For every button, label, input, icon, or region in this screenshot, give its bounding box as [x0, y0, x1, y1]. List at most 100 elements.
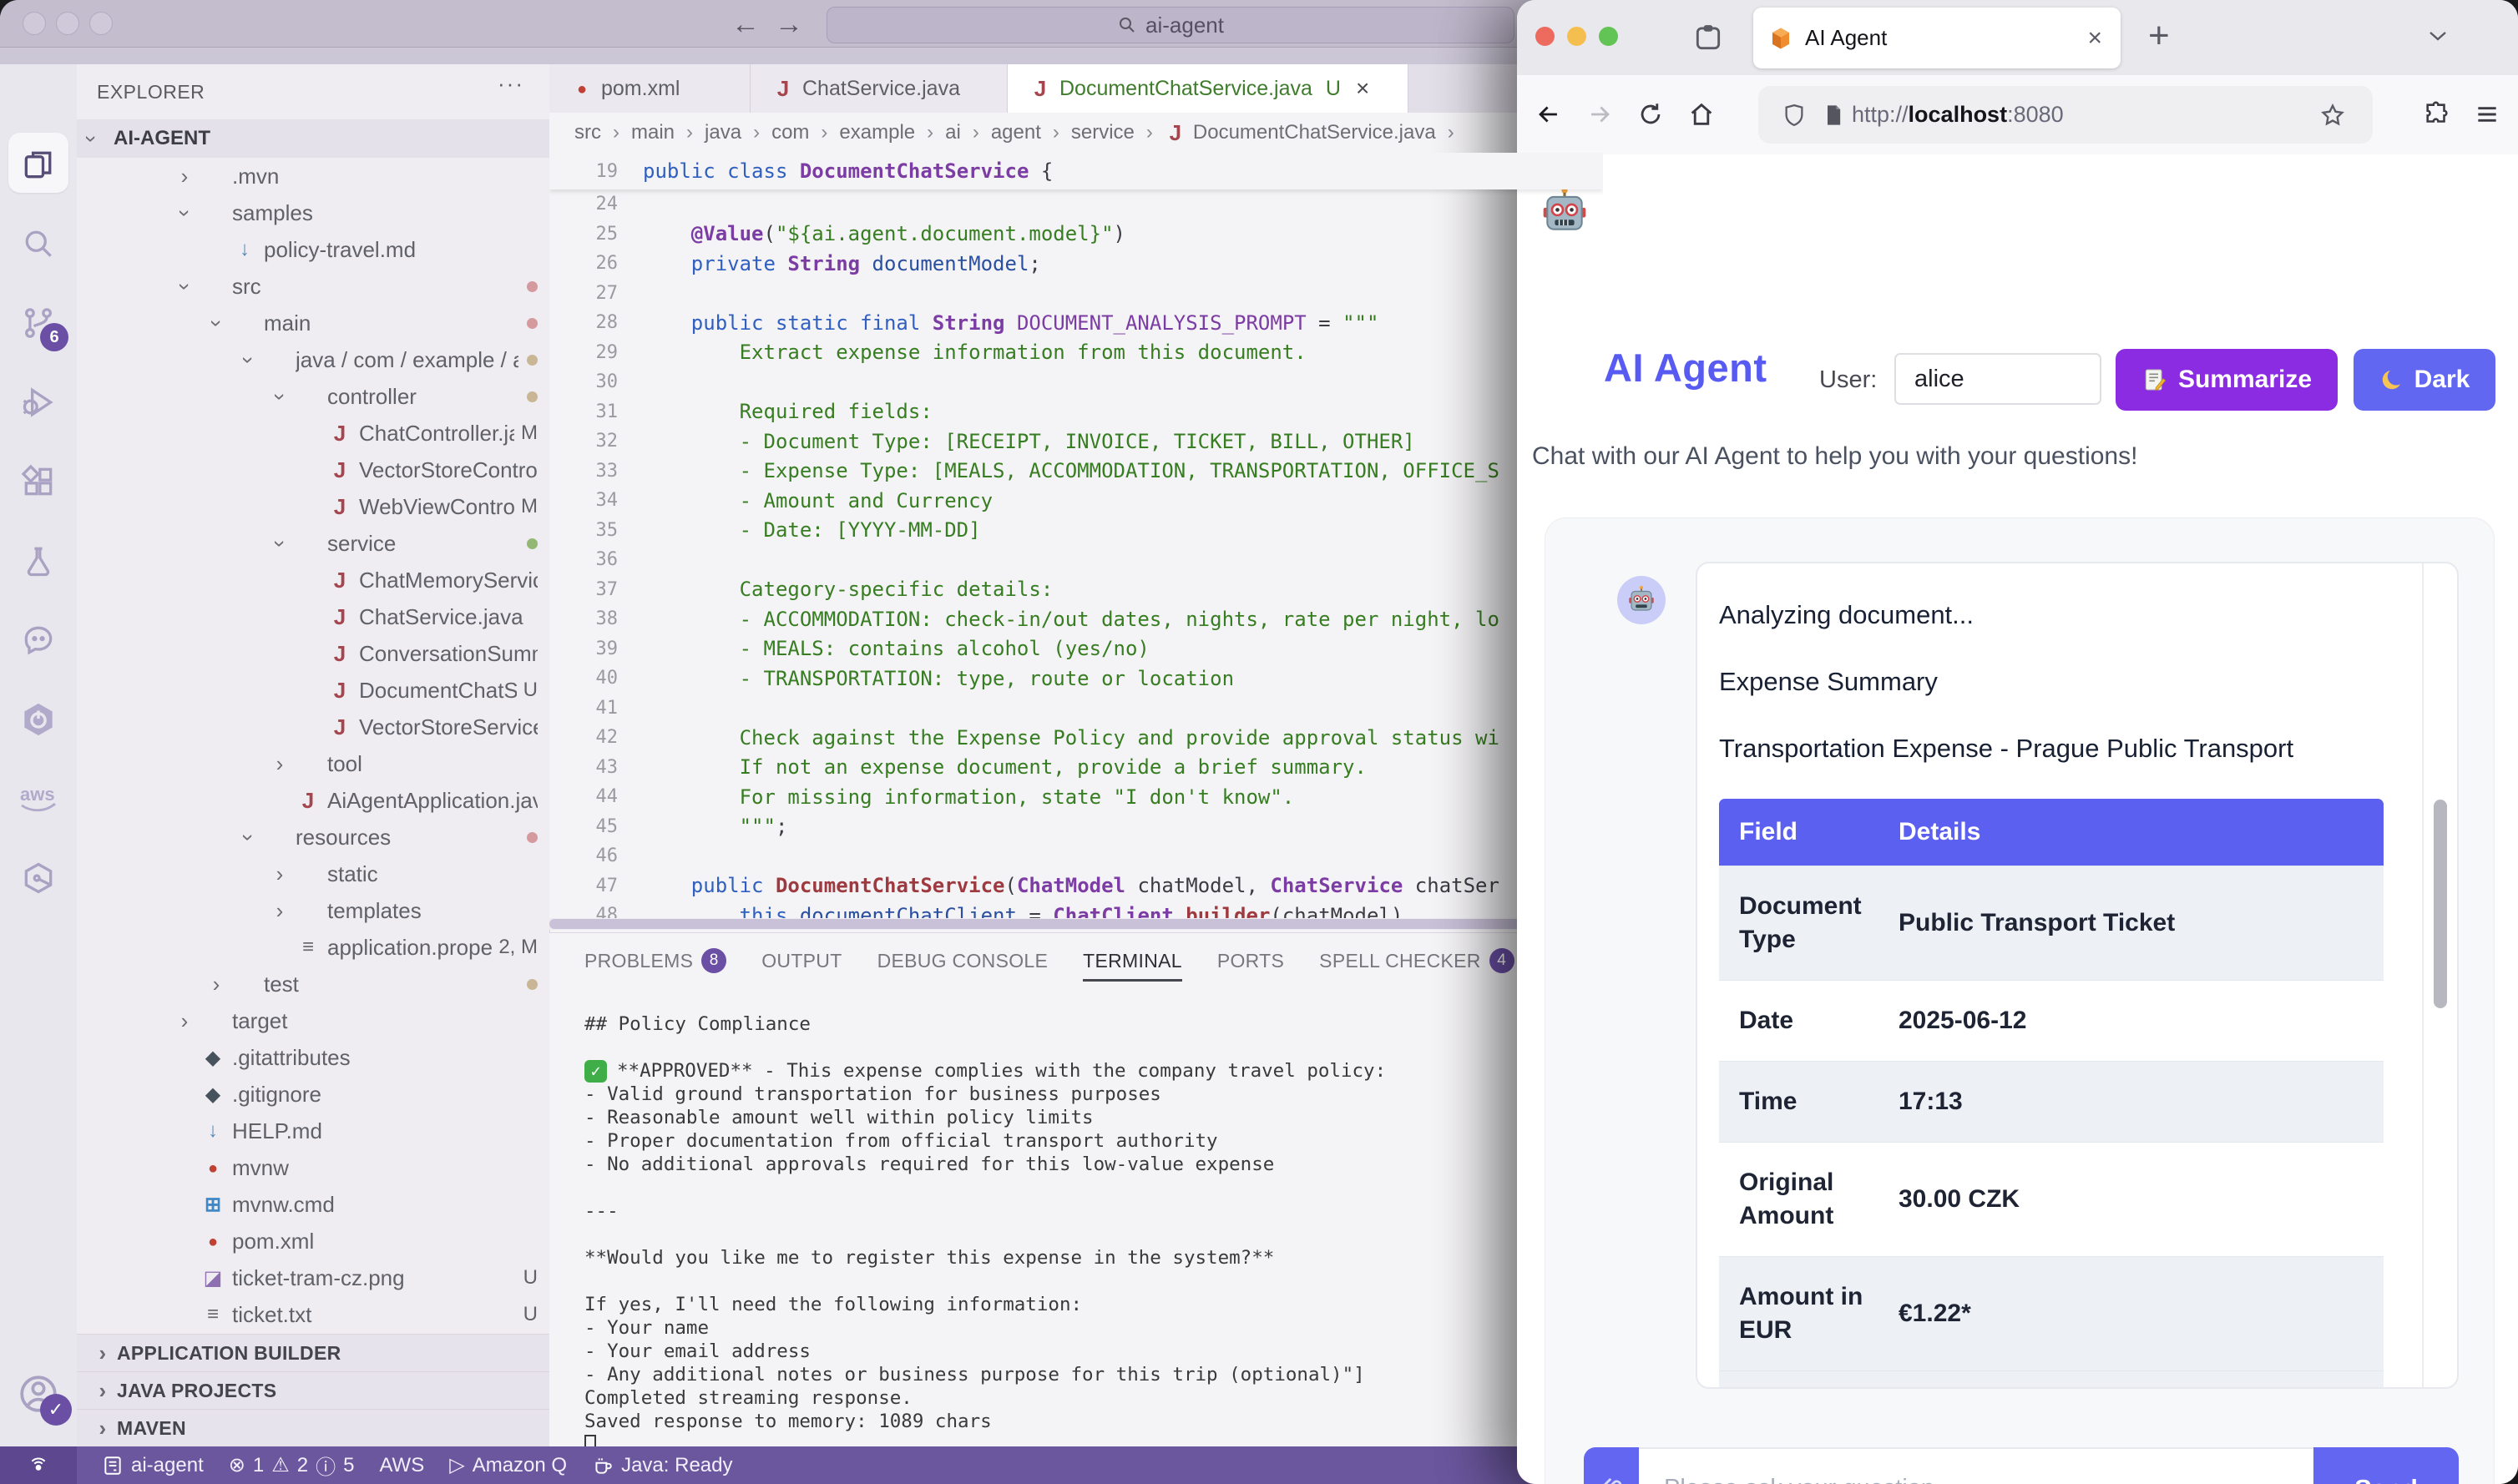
- section-java-projects[interactable]: JAVA PROJECTS: [77, 1371, 549, 1410]
- tree-item[interactable]: AiAgentApplication.java: [77, 782, 549, 819]
- back-button[interactable]: [1529, 94, 1569, 134]
- extensions-puzzle-icon[interactable]: [2417, 94, 2457, 134]
- panel-tab[interactable]: OUTPUT: [761, 933, 842, 988]
- send-button[interactable]: Send: [2313, 1447, 2459, 1484]
- tree-item[interactable]: mvnw: [77, 1149, 549, 1186]
- section-maven[interactable]: MAVEN: [77, 1409, 549, 1446]
- attach-button[interactable]: [1584, 1447, 1639, 1484]
- tree-item[interactable]: samples: [77, 194, 549, 231]
- tree-item[interactable]: ticket.txt U: [77, 1296, 549, 1333]
- firefox-view-icon[interactable]: [1692, 22, 1724, 53]
- panel-tab[interactable]: SPELL CHECKER 4: [1319, 933, 1514, 988]
- tree-item[interactable]: VectorStoreController.java: [77, 452, 549, 488]
- tree-item[interactable]: main: [77, 305, 549, 341]
- tree-item[interactable]: src: [77, 268, 549, 305]
- breadcrumb-item[interactable]: ai: [945, 121, 991, 144]
- scrollbar-thumb[interactable]: [549, 919, 1570, 929]
- command-center-search[interactable]: ai-agent: [827, 7, 1514, 43]
- close-icon[interactable]: ×: [1356, 75, 1369, 102]
- sidebar-item-extensions[interactable]: [0, 443, 77, 520]
- tree-item[interactable]: ConversationSummaryService.java: [77, 635, 549, 672]
- status-aws[interactable]: AWS: [379, 1454, 424, 1477]
- tree-item[interactable]: application.properties 2, M: [77, 929, 549, 966]
- breadcrumb-item[interactable]: main: [631, 121, 705, 144]
- remote-indicator[interactable]: [0, 1446, 77, 1484]
- tree-item[interactable]: test: [77, 966, 549, 1002]
- tree-item[interactable]: policy-travel.md: [77, 231, 549, 268]
- list-tabs-chevron-icon[interactable]: [2427, 28, 2449, 43]
- summarize-button[interactable]: Summarize: [2116, 349, 2338, 411]
- sidebar-item-testing[interactable]: [0, 522, 77, 599]
- breadcrumb-item[interactable]: java: [705, 121, 771, 144]
- home-button[interactable]: [1681, 94, 1722, 134]
- dark-mode-button[interactable]: Dark: [2354, 349, 2495, 411]
- bookmark-star-icon[interactable]: [2319, 102, 2346, 129]
- tree-item[interactable]: java / com / example / ai / agent: [77, 341, 549, 378]
- tree-item[interactable]: .gitignore: [77, 1076, 549, 1113]
- code-editor[interactable]: 19 public class DocumentChatService { 24…: [549, 153, 1603, 918]
- breadcrumb-item[interactable]: agent: [991, 121, 1071, 144]
- sticky-scroll-line[interactable]: 19 public class DocumentChatService {: [549, 153, 1603, 189]
- tree-item[interactable]: WebViewController.java M: [77, 488, 549, 525]
- tree-item[interactable]: static: [77, 856, 549, 892]
- tree-item[interactable]: resources: [77, 819, 549, 856]
- close-tab-icon[interactable]: ×: [2087, 24, 2102, 53]
- breadcrumb-item[interactable]: src: [574, 121, 631, 144]
- breadcrumb-item[interactable]: example: [839, 121, 945, 144]
- tree-item[interactable]: tool: [77, 745, 549, 782]
- tree-item[interactable]: DocumentChatService.java U: [77, 672, 549, 709]
- menu-hamburger-icon[interactable]: [2467, 94, 2507, 134]
- terminal-output[interactable]: ## Policy Compliance ✓ **APPROVED** - Th…: [584, 1012, 1586, 1456]
- sidebar-item-package[interactable]: [0, 840, 77, 916]
- messages-scrollbar-thumb[interactable]: [2434, 800, 2447, 1008]
- tree-item[interactable]: templates: [77, 892, 549, 929]
- vscode-zoom-button[interactable]: [89, 12, 113, 35]
- tree-item[interactable]: VectorStoreService.java: [77, 709, 549, 745]
- vscode-close-button[interactable]: [23, 12, 46, 35]
- history-forward-button[interactable]: →: [775, 8, 803, 41]
- browser-tab-ai-agent[interactable]: AI Agent ×: [1753, 8, 2121, 68]
- breadcrumb-item[interactable]: service: [1071, 121, 1165, 144]
- browser-zoom-button[interactable]: [1599, 27, 1618, 46]
- forward-button[interactable]: [1580, 94, 1620, 134]
- sidebar-item-aws[interactable]: aws: [0, 760, 77, 837]
- sidebar-item-chat[interactable]: [0, 602, 77, 679]
- panel-tab[interactable]: TERMINAL: [1083, 933, 1182, 988]
- tree-item[interactable]: .gitattributes: [77, 1039, 549, 1076]
- tree-item[interactable]: pom.xml: [77, 1223, 549, 1259]
- new-tab-button[interactable]: +: [2148, 15, 2170, 57]
- panel-tab[interactable]: PORTS: [1217, 933, 1284, 988]
- tree-item[interactable]: controller: [77, 378, 549, 415]
- tree-item[interactable]: ChatService.java: [77, 598, 549, 635]
- sidebar-item-accounts[interactable]: ✓: [0, 1355, 77, 1432]
- browser-minimize-button[interactable]: [1567, 27, 1586, 46]
- tree-item[interactable]: ChatMemoryService.java: [77, 562, 549, 598]
- explorer-section-ai-agent[interactable]: AI-AGENT: [77, 119, 549, 158]
- history-back-button[interactable]: ←: [731, 8, 760, 41]
- sidebar-item-search[interactable]: [0, 205, 77, 282]
- tree-item[interactable]: ticket-tram-cz.png U: [77, 1259, 549, 1296]
- breadcrumb-file[interactable]: DocumentChatService.java: [1165, 120, 1466, 146]
- sidebar-item-spring-boot[interactable]: [0, 681, 77, 758]
- editor-horizontal-scrollbar[interactable]: [549, 918, 1603, 930]
- section-application-builder[interactable]: APPLICATION BUILDER: [77, 1334, 549, 1372]
- reload-button[interactable]: [1631, 94, 1671, 134]
- status-project[interactable]: ai-agent: [102, 1454, 204, 1477]
- tree-item[interactable]: mvnw.cmd: [77, 1186, 549, 1223]
- panel-tab[interactable]: DEBUG CONSOLE: [877, 933, 1049, 988]
- tree-item[interactable]: ChatController.java M: [77, 415, 549, 452]
- tab-chatservice[interactable]: ChatService.java: [751, 64, 1008, 113]
- status-problems[interactable]: ⊗1 ⚠2 ⓘ5: [229, 1451, 355, 1480]
- tree-item[interactable]: target: [77, 1002, 549, 1039]
- breadcrumb-item[interactable]: com: [771, 121, 839, 144]
- vscode-minimize-button[interactable]: [56, 12, 79, 35]
- tree-item[interactable]: service: [77, 525, 549, 562]
- status-java[interactable]: Java: Ready: [592, 1454, 732, 1477]
- tab-documentchatservice[interactable]: DocumentChatService.java U ×: [1008, 64, 1408, 113]
- tree-item[interactable]: HELP.md: [77, 1113, 549, 1149]
- browser-close-button[interactable]: [1535, 27, 1555, 46]
- sidebar-item-explorer[interactable]: [0, 126, 77, 203]
- panel-tab[interactable]: PROBLEMS 8: [584, 933, 726, 988]
- sidebar-item-source-control[interactable]: 6: [0, 285, 77, 361]
- tree-item[interactable]: .mvn: [77, 158, 549, 194]
